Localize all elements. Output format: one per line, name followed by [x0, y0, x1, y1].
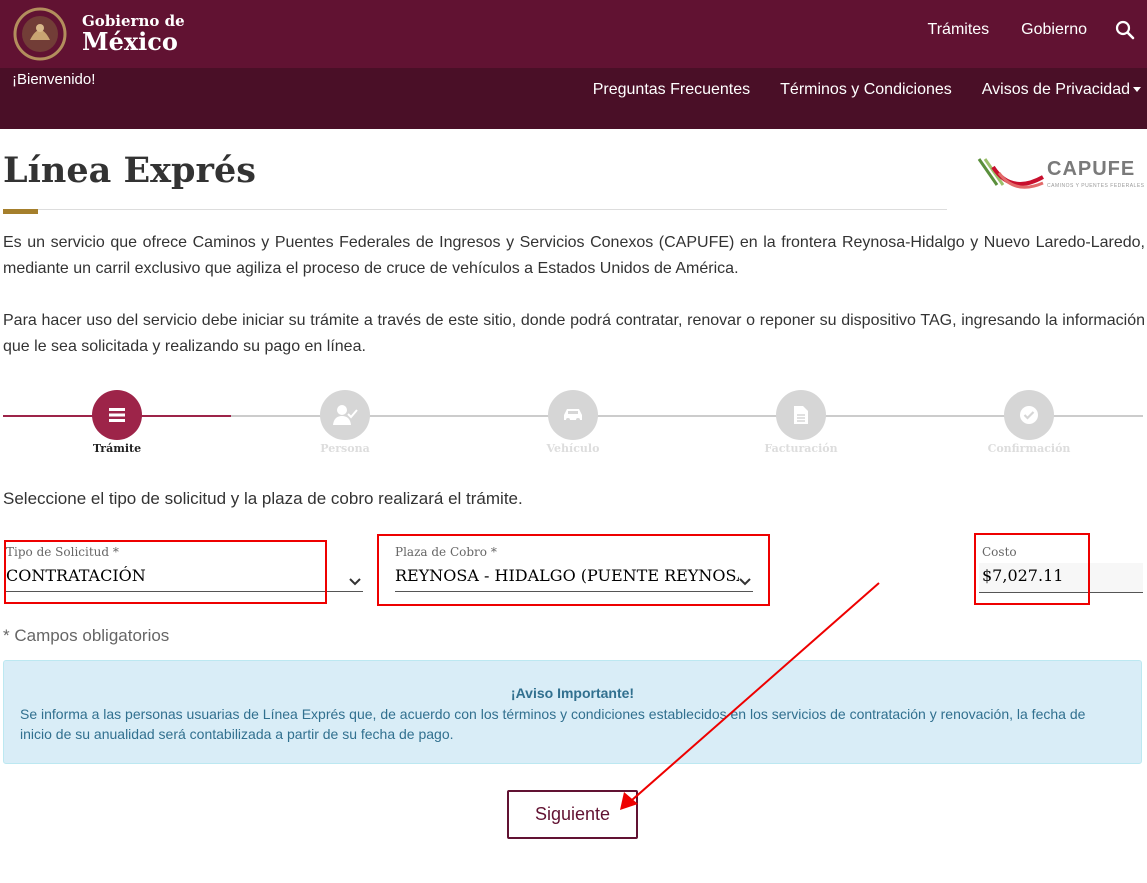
step-persona[interactable]: Persona: [285, 390, 405, 455]
step-vehiculo[interactable]: Vehículo: [513, 390, 633, 455]
title-divider: [3, 209, 947, 210]
annotation-box-costo: [974, 533, 1090, 605]
capufe-tagline: CAMINOS Y PUENTES FEDERALES: [1047, 183, 1145, 189]
nav-preguntas-frecuentes[interactable]: Preguntas Frecuentes: [593, 81, 750, 99]
welcome-text: ¡Bienvenido!: [12, 71, 96, 88]
step-tramite[interactable]: Trámite: [57, 390, 177, 455]
notice-title: ¡Aviso Importante!: [510, 685, 635, 701]
step-confirmacion[interactable]: Confirmación: [969, 390, 1089, 455]
sub-nav: Preguntas Frecuentes Términos y Condicio…: [563, 81, 1141, 99]
menu-icon: [109, 408, 125, 422]
nav-terminos-condiciones[interactable]: Términos y Condiciones: [780, 81, 952, 99]
annotation-box-tipo: [4, 540, 327, 604]
intro-paragraph-2: Para hacer uso del servicio debe iniciar…: [3, 312, 1145, 355]
mexico-seal-icon: [13, 7, 67, 61]
important-notice: ¡Aviso Importante! Se informa a las pers…: [3, 660, 1142, 764]
annotation-box-plaza: [377, 534, 770, 606]
chevron-down-icon: [349, 578, 361, 586]
notice-body: Se informa a las personas usuarias de Lí…: [20, 706, 1086, 742]
next-button[interactable]: Siguiente: [507, 790, 638, 839]
car-icon: [564, 409, 582, 422]
document-icon: [794, 406, 808, 424]
progress-stepper: Trámite Persona Vehículo Facturación Con…: [0, 390, 1147, 460]
step-label-confirmacion: Confirmación: [987, 442, 1071, 455]
step-label-tramite: Trámite: [92, 442, 142, 455]
person-check-icon: [333, 405, 358, 425]
required-fields-note: * Campos obligatorios: [3, 626, 170, 645]
capufe-logo: CAPUFE CAMINOS Y PUENTES FEDERALES: [977, 155, 1145, 195]
form-instructions: Seleccione el tipo de solicitud y la pla…: [3, 489, 523, 508]
avisos-label: Avisos de Privacidad: [981, 81, 1130, 98]
page-title: Línea Exprés: [3, 150, 256, 191]
caret-down-icon: [1133, 87, 1141, 93]
title-accent-bar: [3, 209, 38, 214]
search-icon[interactable]: [1115, 20, 1135, 40]
nav-tramites[interactable]: Trámites: [928, 21, 990, 39]
check-circle-icon: [1020, 406, 1038, 424]
intro-paragraph-1: Es un servicio que ofrece Caminos y Puen…: [3, 234, 1145, 277]
nav-gobierno[interactable]: Gobierno: [1021, 21, 1087, 39]
top-nav: Trámites Gobierno: [896, 20, 1135, 40]
nav-avisos-privacidad[interactable]: Avisos de Privacidad: [982, 81, 1141, 99]
step-label-vehiculo: Vehículo: [546, 442, 600, 455]
gobierno-logo[interactable]: Gobierno de México: [12, 6, 185, 62]
logo-big-text: México: [82, 27, 178, 56]
top-header: Gobierno de México Trámites Gobierno: [0, 0, 1147, 68]
step-facturacion[interactable]: Facturación: [741, 390, 861, 455]
capufe-wordmark: CAPUFE: [1047, 158, 1136, 180]
sub-header: ¡Bienvenido! Preguntas Frecuentes Términ…: [0, 68, 1147, 129]
capufe-emblem-icon: [977, 158, 1044, 189]
step-label-persona: Persona: [320, 442, 370, 455]
step-label-facturacion: Facturación: [764, 442, 838, 455]
